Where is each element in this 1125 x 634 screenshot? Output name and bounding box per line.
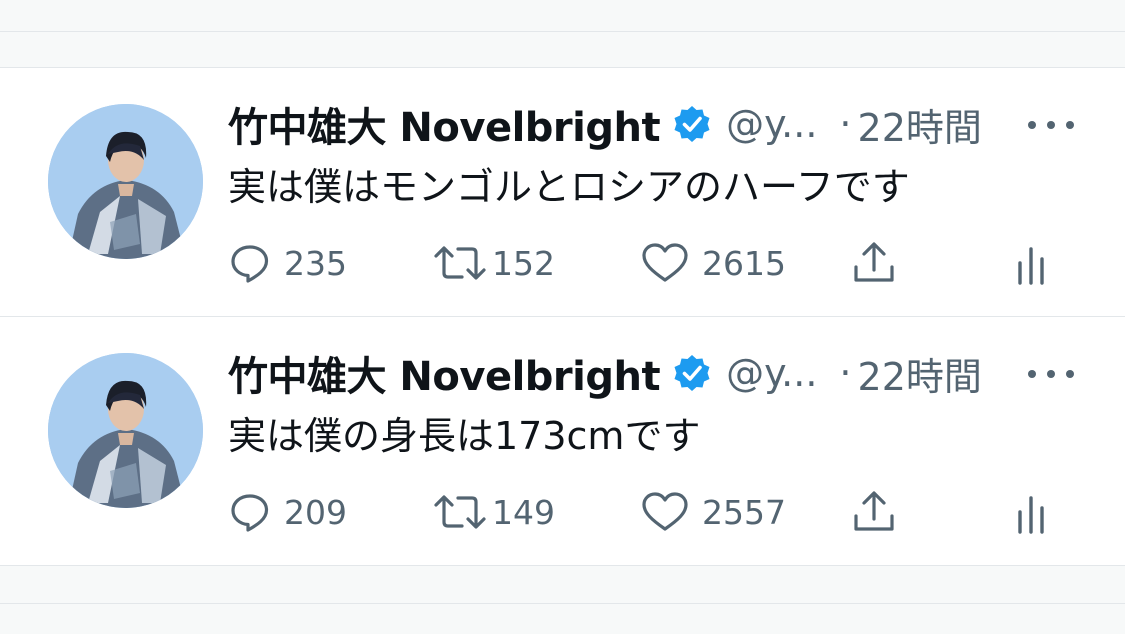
reply-button[interactable]: 209: [228, 487, 347, 537]
views-bar-chart-icon: [1012, 488, 1052, 536]
heart-icon: [640, 241, 690, 285]
more-dots-icon[interactable]: [1028, 108, 1074, 142]
reply-button[interactable]: 235: [228, 238, 347, 288]
author-handle[interactable]: @y...: [726, 102, 817, 146]
share-upload-icon: [850, 488, 898, 536]
retweet-button[interactable]: 149: [432, 487, 555, 537]
tweet-header: 竹中雄大 Novelbright @y... · 22時間: [228, 345, 982, 401]
retweet-count: 152: [492, 243, 555, 283]
tweet-actions: 209 149 2557: [0, 487, 1125, 537]
author-handle[interactable]: @y...: [726, 351, 817, 395]
like-count: 2615: [702, 243, 786, 283]
tweet[interactable]: 竹中雄大 Novelbright @y... · 22時間 実は僕はモンゴルとロ…: [0, 68, 1125, 317]
author-name[interactable]: 竹中雄大 Novelbright: [228, 344, 661, 402]
feed-spacer-bottom: [0, 565, 1125, 634]
share-button[interactable]: [850, 487, 898, 537]
like-button[interactable]: 2615: [640, 238, 786, 288]
reply-count: 209: [284, 492, 347, 532]
retweet-icon: [432, 490, 488, 534]
share-upload-icon: [850, 239, 898, 287]
avatar[interactable]: [48, 353, 203, 508]
separator-dot: ·: [839, 102, 852, 146]
tweet-timestamp[interactable]: 22時間: [858, 97, 982, 152]
avatar[interactable]: [48, 104, 203, 259]
separator-dot: ·: [839, 351, 852, 395]
tweet-timestamp[interactable]: 22時間: [858, 346, 982, 401]
retweet-button[interactable]: 152: [432, 238, 555, 288]
retweet-icon: [432, 241, 488, 285]
like-count: 2557: [702, 492, 786, 532]
tweet[interactable]: 竹中雄大 Novelbright @y... · 22時間 実は僕の身長は173…: [0, 317, 1125, 565]
reply-bubble-icon: [228, 490, 272, 534]
views-button[interactable]: [1012, 487, 1052, 537]
tweet-header: 竹中雄大 Novelbright @y... · 22時間: [228, 96, 982, 152]
author-name[interactable]: 竹中雄大 Novelbright: [228, 95, 661, 153]
verified-badge-icon: [672, 104, 712, 144]
tweet-text: 実は僕はモンゴルとロシアのハーフです: [228, 165, 910, 209]
heart-icon: [640, 490, 690, 534]
views-button[interactable]: [1012, 238, 1052, 288]
more-dots-icon[interactable]: [1028, 357, 1074, 391]
views-bar-chart-icon: [1012, 239, 1052, 287]
tweet-text: 実は僕の身長は173cmです: [228, 414, 701, 458]
tweet-actions: 235 152 2615: [0, 238, 1125, 288]
feed-spacer-top: [0, 0, 1125, 68]
retweet-count: 149: [492, 492, 555, 532]
share-button[interactable]: [850, 238, 898, 288]
reply-count: 235: [284, 243, 347, 283]
verified-badge-icon: [672, 353, 712, 393]
reply-bubble-icon: [228, 241, 272, 285]
like-button[interactable]: 2557: [640, 487, 786, 537]
